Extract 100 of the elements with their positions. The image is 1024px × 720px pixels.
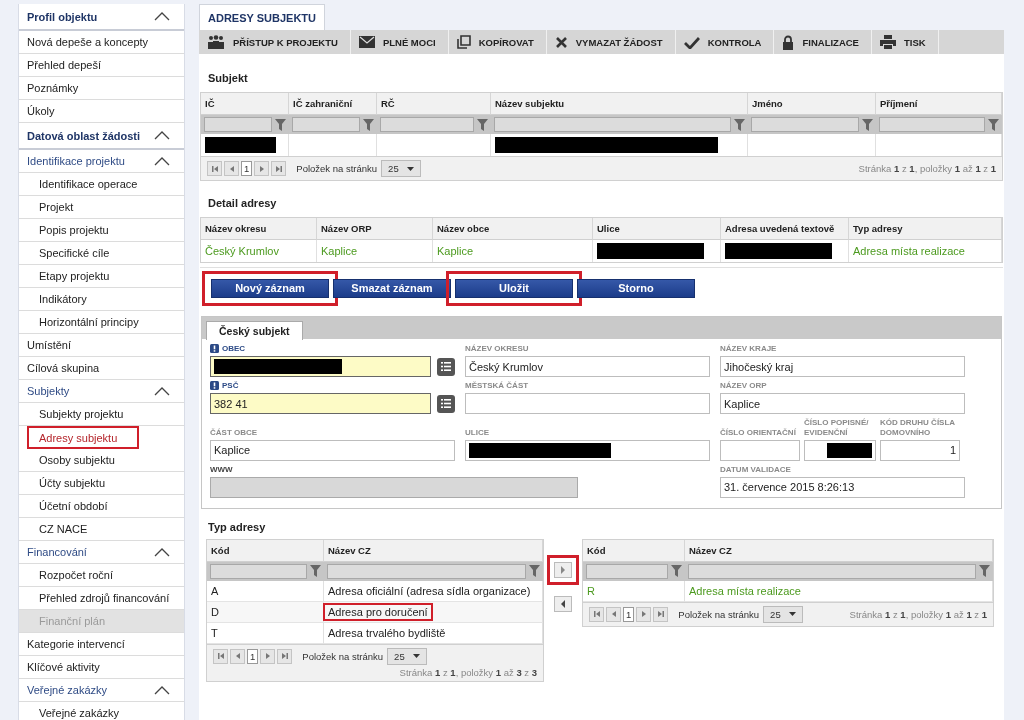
page-tab[interactable]: ADRESY SUBJEKTU [199,4,325,30]
sidebar-item[interactable]: Specifické cíle [19,242,184,265]
page-size-dropdown[interactable]: 25 [381,160,421,177]
sidebar-item[interactable]: Úkoly [19,100,184,123]
sidebar-item[interactable]: CZ NACE [19,518,184,541]
column-header[interactable]: Jméno [748,93,876,115]
filter-icon[interactable] [862,118,873,131]
next-page-button[interactable] [254,161,270,176]
column-header[interactable]: Adresa uvedená textově [721,218,849,240]
filter-icon[interactable] [988,118,999,131]
column-header[interactable]: Typ adresy [849,218,1002,240]
input-field[interactable]: Český Krumlov [465,356,710,378]
move-right-button[interactable] [554,561,572,578]
sidebar-item[interactable]: Indikátory [19,288,184,311]
previous-page-button[interactable] [606,606,621,622]
sidebar-item[interactable]: Adresy subjektu [27,426,139,449]
sidebar-item[interactable]: Datová oblast žádosti [19,123,184,150]
sidebar-item[interactable]: Subjekty projektu [19,403,184,426]
action-button[interactable]: Storno [577,278,695,298]
column-header[interactable]: Název ORP [317,218,433,240]
sidebar-item[interactable]: Projekt [19,196,184,219]
action-button[interactable]: Smazat záznam [333,278,451,298]
input-field[interactable]: 382 41 [210,393,431,415]
sidebar-item[interactable]: Identifikace projektu [19,150,184,173]
column-header[interactable]: Název CZ [324,539,543,562]
sidebar-item[interactable]: Etapy projektu [19,265,184,288]
filter-field[interactable] [380,117,474,132]
column-header[interactable]: Název subjektu [491,93,748,115]
filter-field[interactable] [204,117,272,132]
filter-icon[interactable] [310,565,321,578]
column-header[interactable]: Kód [583,539,685,562]
chevron-up-icon[interactable] [154,156,170,166]
filter-field[interactable] [494,117,731,132]
sidebar-item[interactable]: Horizontální principy [19,311,184,334]
next-page-button[interactable] [260,648,276,664]
next-page-button[interactable] [636,606,652,622]
input-field[interactable] [465,439,710,461]
sidebar-item[interactable]: Osoby subjektu [19,449,184,472]
last-page-button[interactable] [653,606,669,622]
filter-field[interactable] [586,563,668,579]
sidebar-item[interactable]: Kategorie intervencí [19,633,184,656]
column-header[interactable]: Kód [207,539,324,562]
chevron-up-icon[interactable] [154,685,170,695]
sidebar-item[interactable]: Nová depeše a koncepty [19,31,184,54]
filter-icon[interactable] [671,565,682,578]
filter-field[interactable] [879,117,985,132]
column-header[interactable]: Ulice [593,218,721,240]
first-page-button[interactable] [589,606,604,622]
column-header[interactable]: Název okresu [201,218,317,240]
input-field[interactable] [210,356,431,378]
column-header[interactable]: IČ [201,93,289,115]
chevron-up-icon[interactable] [154,386,170,396]
last-page-button[interactable] [271,161,287,176]
action-button[interactable]: Uložit [455,278,573,298]
filter-field[interactable] [210,563,307,579]
sidebar-item[interactable]: Veřejné zakázky [19,679,184,702]
column-header[interactable]: Název CZ [685,539,993,562]
sidebar-item[interactable]: Umístění [19,334,184,357]
input-field[interactable]: Jihočeský kraj [720,356,965,378]
sidebar-item[interactable]: Popis projektu [19,219,184,242]
sidebar-item[interactable]: Účetní období [19,495,184,518]
input-field[interactable]: 1 [880,439,960,461]
sidebar-item[interactable]: Rozpočet roční [19,564,184,587]
filter-icon[interactable] [979,565,990,578]
input-field[interactable]: Kaplice [720,393,965,415]
chevron-up-icon[interactable] [154,547,170,557]
first-page-button[interactable] [207,161,222,176]
previous-page-button[interactable] [230,648,245,664]
input-field[interactable]: Kaplice [210,439,455,461]
sidebar-item[interactable]: Profil objektu [19,4,184,31]
first-page-button[interactable] [213,648,228,664]
sidebar-item[interactable]: Klíčové aktivity [19,656,184,679]
sidebar-item[interactable]: Přehled depeší [19,54,184,77]
filter-icon[interactable] [477,118,488,131]
filter-field[interactable] [327,563,526,579]
page-number[interactable]: 1 [247,648,259,664]
column-header[interactable]: Příjmení [876,93,1002,115]
chevron-up-icon[interactable] [154,12,170,21]
action-button[interactable]: Nový záznam [211,278,329,298]
chevron-up-icon[interactable] [154,131,170,140]
page-size-dropdown[interactable]: 25 [387,647,427,665]
filter-icon[interactable] [734,118,745,131]
sidebar-item[interactable]: Cílová skupina [19,357,184,380]
filter-icon[interactable] [363,118,374,131]
list-button[interactable] [437,357,455,376]
form-tab[interactable]: Český subjekt [206,321,303,340]
input-field[interactable]: 31. července 2015 8:26:13 [720,476,965,498]
filter-field[interactable] [688,563,976,579]
filter-field[interactable] [292,117,360,132]
page-number[interactable]: 1 [623,606,635,622]
filter-icon[interactable] [275,118,286,131]
sidebar-item[interactable]: Financování [19,541,184,564]
column-header[interactable]: RČ [377,93,491,115]
page-size-dropdown[interactable]: 25 [763,605,803,623]
input-field[interactable] [465,393,710,415]
column-header[interactable]: IČ zahraniční [289,93,377,115]
filter-field[interactable] [751,117,859,132]
sidebar-item[interactable]: Subjekty [19,380,184,403]
page-number[interactable]: 1 [241,161,253,176]
list-button[interactable] [437,394,455,413]
